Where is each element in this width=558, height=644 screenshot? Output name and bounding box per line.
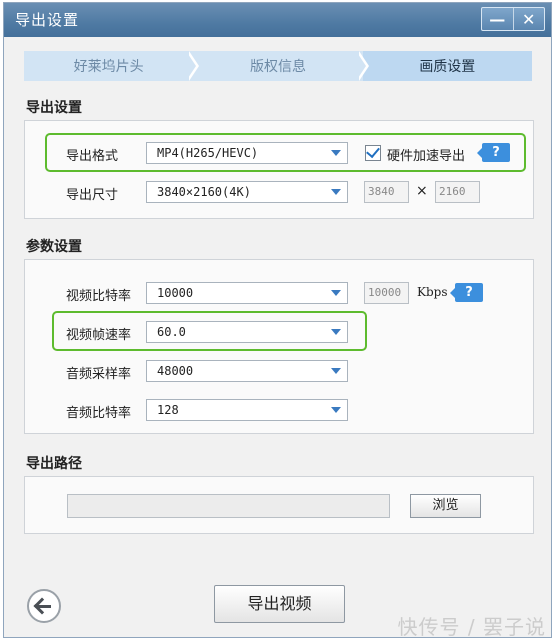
bitrate-unit: Kbps [417,285,448,299]
size-value: 3840×2160(4K) [157,185,251,199]
hw-accel-label: 硬件加速导出 [387,149,466,164]
help-icon[interactable]: ? [477,143,510,162]
audio-sample-select[interactable]: 48000 [146,360,348,382]
chevron-down-icon [331,368,341,374]
export-path-title: 导出路径 [26,456,82,472]
audio-sample-label: 音频采样率 [66,367,132,382]
step-tabs: 好莱坞片头 版权信息 画质设置 [24,51,532,81]
checkmark-icon [366,143,380,159]
frame-rate-label: 视频帧速率 [66,328,132,343]
chevron-down-icon [331,290,341,296]
hw-accel-checkbox[interactable] [365,143,381,161]
video-bitrate-value: 10000 [157,286,194,300]
path-field[interactable] [67,494,390,518]
size-label: 导出尺寸 [66,188,119,203]
audio-sample-value: 48000 [157,364,194,378]
tab-quality-label: 画质设置 [419,59,476,75]
format-select[interactable]: MP4(H265/HEVC) [146,142,348,164]
watermark: 快传号 / 罢子说 [397,615,546,639]
browse-button[interactable]: 浏览 [410,494,481,518]
chevron-down-icon [331,329,341,335]
size-select[interactable]: 3840×2160(4K) [146,181,348,203]
back-button[interactable] [27,589,61,623]
window-title: 导出设置 [15,11,80,29]
export-video-button[interactable]: 导出视频 [214,585,345,623]
step-separator-fill [186,51,197,81]
format-label: 导出格式 [66,149,119,164]
param-settings-title: 参数设置 [26,239,82,255]
audio-bitrate-value: 128 [157,403,179,417]
export-path-panel: 浏览 [24,476,534,534]
export-settings-title: 导出设置 [26,100,82,116]
minimize-button[interactable]: — [482,8,513,30]
frame-rate-select[interactable]: 60.0 [146,321,348,343]
video-bitrate-select[interactable]: 10000 [146,282,348,304]
tab-quality[interactable]: 画质设置 [362,51,532,81]
frame-rate-value: 60.0 [157,325,186,339]
step-separator-fill [355,51,366,81]
times-sign: × [416,183,428,199]
width-field[interactable]: 3840 [364,181,409,203]
window-controls: — ✕ [481,7,545,31]
tab-copyright-label: 版权信息 [249,59,306,75]
tab-intro-label: 好莱坞片头 [73,59,144,75]
tab-copyright[interactable]: 版权信息 [193,51,369,81]
help-icon[interactable]: ? [450,283,483,302]
video-bitrate-label: 视频比特率 [66,289,132,304]
audio-bitrate-select[interactable]: 128 [146,399,348,421]
format-value: MP4(H265/HEVC) [157,146,259,160]
arrow-left-icon-head [33,597,51,615]
tab-intro[interactable]: 好莱坞片头 [24,51,200,81]
close-button[interactable]: ✕ [512,8,545,30]
export-settings-panel: 导出格式 MP4(H265/HEVC) 硬件加速导出 ? 导出尺寸 3840×2… [24,120,534,219]
chevron-down-icon [331,407,341,413]
height-field[interactable]: 2160 [435,181,480,203]
export-dialog: 导出设置 — ✕ 好莱坞片头 版权信息 画质设置 导出设置 导出格式 MP4(H… [3,2,552,638]
title-bar: 导出设置 — ✕ [4,3,551,37]
video-bitrate-field[interactable]: 10000 [364,282,409,304]
param-settings-panel: 视频比特率 10000 10000 Kbps ? 视频帧速率 60.0 音频采样… [24,259,534,434]
audio-bitrate-label: 音频比特率 [66,406,132,421]
chevron-down-icon [331,150,341,156]
chevron-down-icon [331,189,341,195]
